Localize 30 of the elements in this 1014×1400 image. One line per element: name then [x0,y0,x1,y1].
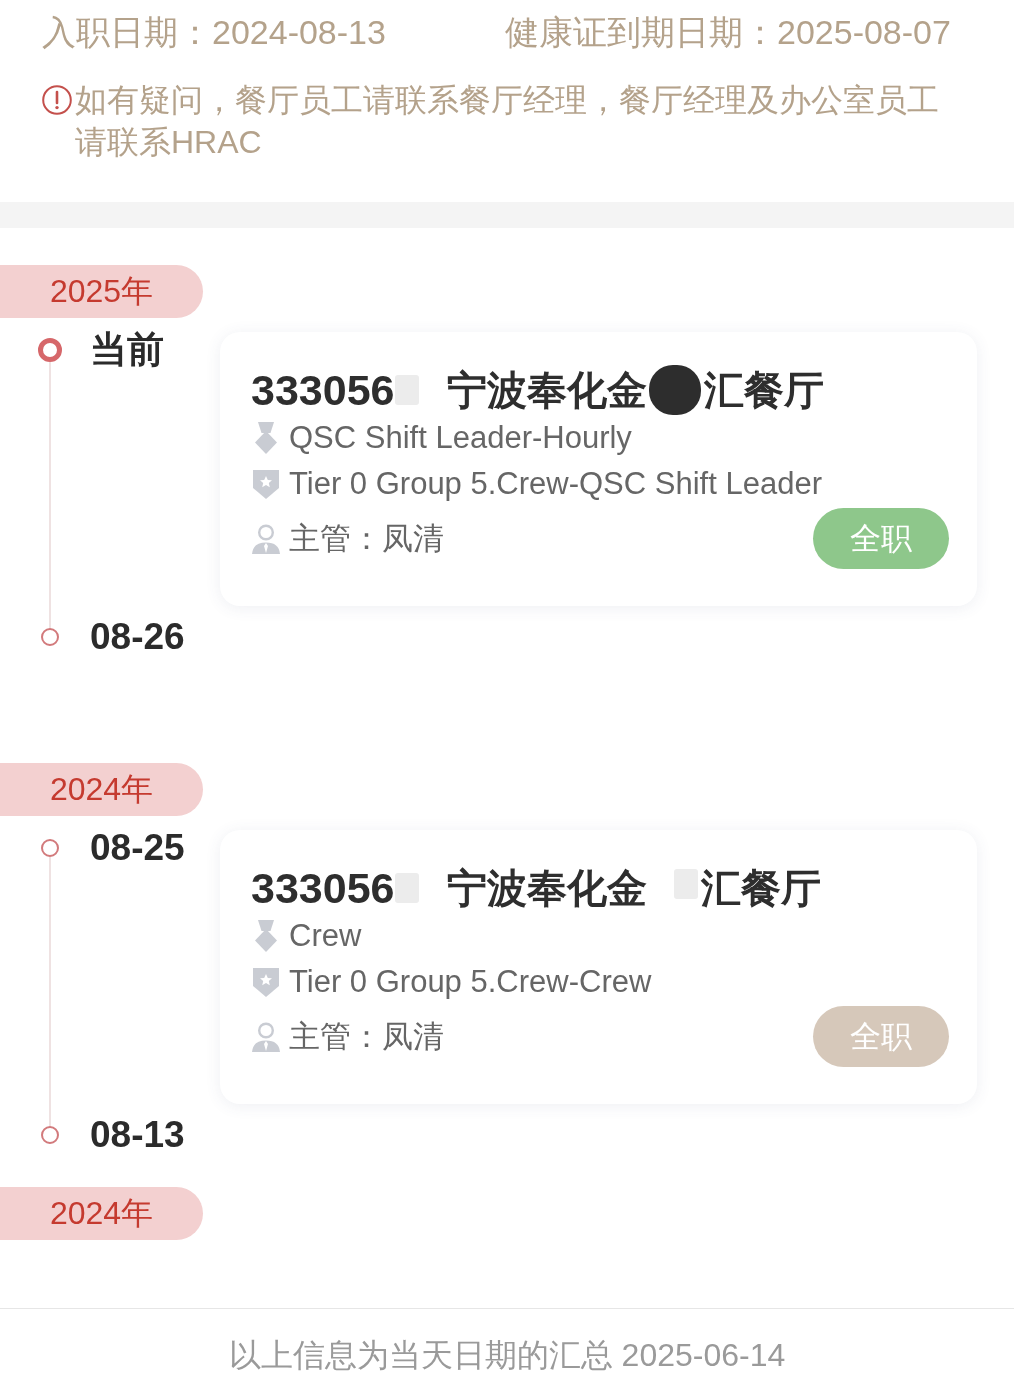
timeline-date-label: 08-25 [90,827,185,869]
person-icon [251,522,281,555]
store-name-text: 宁波奉化金 [446,864,647,912]
store-code-text: 333056 [251,863,395,913]
employment-type-badge: 全职 [813,508,949,569]
summary-text: 以上信息为当天日期的汇总 2025-06-14 [228,1337,786,1373]
notice-text: 如有疑问，餐厅员工请联系餐厅经理，餐厅经理及办公室员工请联系HRAC [75,81,940,162]
timeline-date-label: 08-13 [90,1114,185,1156]
store-name-text: 宁波奉化金 [446,366,647,414]
store-code-text: 333056 [251,365,395,415]
supervisor-text: 主管：凤清 [289,519,444,558]
employment-type-badge: 全职 [813,1006,949,1067]
timeline-date-label: 08-26 [90,616,185,658]
store-name-text: 汇餐厅 [703,366,824,414]
year-tag: 2024年 [0,1187,203,1240]
year-tag: 2024年 [0,763,203,816]
timeline-date-label: 当前 [90,328,164,372]
position-text: QSC Shift Leader-Hourly [289,420,632,456]
health-certificate-expiry-text: 健康证到期日期：2025-08-07 [505,12,951,52]
position-text: Crew [289,918,362,954]
job-grade-text: Tier 0 Group 5.Crew-Crew [289,964,652,1000]
shield-star-icon [251,966,281,998]
person-icon [251,1020,281,1053]
store-name-text: 汇餐厅 [700,864,821,912]
hire-date-text: 入职日期：2024-08-13 [42,13,386,51]
year-tag: 2025年 [0,265,203,318]
shield-star-icon [251,468,281,500]
warning-icon [42,85,72,115]
job-grade-text: Tier 0 Group 5.Crew-QSC Shift Leader [289,466,822,502]
supervisor-text: 主管：凤清 [289,1017,444,1056]
